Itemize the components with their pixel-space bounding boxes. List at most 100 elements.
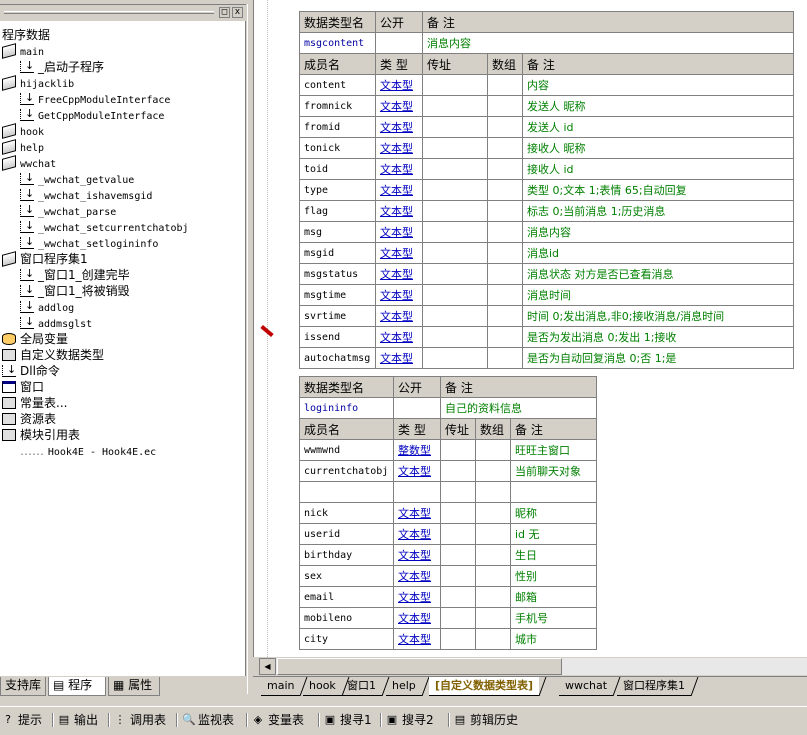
scroll-left-icon[interactable]: ◀ [259, 658, 276, 675]
member-type-cell: 文本型 [375, 95, 423, 117]
tree-node-label: main [20, 47, 45, 58]
tree-node[interactable]: _窗口1_创建完毕 [20, 266, 130, 283]
table-row[interactable]: birthday 文本型 生日 [299, 544, 597, 566]
tree-node[interactable]: _wwchat_setcurrentchatobj [20, 218, 189, 235]
editor-tab[interactable]: help [386, 677, 430, 696]
tree-node[interactable]: 资源表 [2, 411, 56, 427]
toolbar-separator [448, 713, 450, 727]
tree-node-label: addmsglst [38, 319, 93, 330]
member-type-cell: 文本型 [393, 460, 441, 482]
tree-node[interactable]: main [2, 42, 45, 59]
table-row[interactable]: type 文本型 类型 0;文本 1;表情 65;自动回复 [299, 179, 794, 201]
restore-icon[interactable]: □ [219, 7, 230, 18]
bottom-tool-button[interactable]: 🔍 监视表 [180, 711, 234, 729]
member-name-cell: msgstatus [299, 263, 376, 285]
tree-node[interactable]: _wwchat_ishavemsgid [20, 186, 152, 203]
bottom-tool-button[interactable]: ⋮ 调用表 [112, 711, 167, 729]
tree-node[interactable]: 自定义数据类型 [2, 347, 104, 363]
tree-root-label: 程序数据 [2, 28, 51, 42]
table-row[interactable]: autochatmsg 文本型 是否为自动回复消息 0;否 1;是 [299, 347, 794, 369]
table-row[interactable]: fromid 文本型 发送人 id [299, 116, 794, 138]
tab-label: 程序 [68, 678, 93, 692]
table-row[interactable]: msg 文本型 消息内容 [299, 221, 794, 243]
tree-node[interactable]: 窗口 [2, 379, 44, 395]
table-row[interactable]: city 文本型 城市 [299, 628, 597, 650]
table-row[interactable]: sex 文本型 性别 [299, 565, 597, 587]
horizontal-scrollbar[interactable]: ◀ [259, 658, 807, 675]
table-row[interactable]: wwmwnd 整数型 旺旺主窗口 [299, 439, 597, 461]
tab-support-library[interactable]: 支持库 [0, 677, 46, 696]
member-byref-cell [440, 565, 476, 587]
global-variable-icon [2, 332, 16, 345]
type-row[interactable]: logininfo 自己的资料信息 [299, 397, 597, 419]
editor-tab[interactable]: [自定义数据类型表] [429, 677, 547, 696]
table-row[interactable]: mobileno 文本型 手机号 [299, 607, 597, 629]
tree-node[interactable]: _启动子程序 [20, 58, 105, 75]
member-byref-cell [422, 263, 488, 285]
tree-node[interactable]: 窗口程序集1 [2, 250, 88, 267]
editor-tab[interactable]: 窗口程序集1 [617, 677, 699, 696]
tab-properties[interactable]: ▦ 属性 [108, 677, 160, 696]
table-row[interactable]: fromnick 文本型 发送人 昵称 [299, 95, 794, 117]
code-editor[interactable]: 数据类型名 公开备 注 msgcontent 消息内容 成员名类 型传址 数组备 注 con… [253, 0, 807, 657]
bottom-tool-button[interactable]: ◈ 变量表 [250, 711, 304, 729]
tree-node[interactable]: hook [2, 122, 44, 139]
member-note-cell: 内容 [522, 74, 794, 96]
bottom-tool-button[interactable]: ▤ 输出 [56, 711, 98, 729]
editor-tab[interactable]: 窗口1 [341, 677, 390, 696]
bottom-tool-button[interactable]: ▤ 剪辑历史 [452, 711, 518, 729]
bottom-tool-label: 调用表 [130, 713, 167, 727]
member-array-cell [475, 439, 511, 461]
tree-node[interactable]: hijacklib [2, 74, 74, 91]
member-name-cell: msgid [299, 242, 376, 264]
member-note-cell: 当前聊天对象 [510, 460, 597, 482]
tree-node[interactable]: …… Hook4E - Hook4E.ec [20, 443, 156, 459]
table-row[interactable]: msgstatus 文本型 消息状态 对方是否已查看消息 [299, 263, 794, 285]
tree-node[interactable]: GetCppModuleInterface [20, 106, 164, 123]
type-row[interactable]: msgcontent 消息内容 [299, 32, 794, 54]
tree-node[interactable]: Dll命令 [2, 362, 60, 379]
tree-node[interactable]: 全局变量 [2, 331, 68, 347]
tree-node[interactable]: _wwchat_getvalue [20, 170, 134, 187]
table-row[interactable]: content 文本型 内容 [299, 74, 794, 96]
table-row[interactable]: flag 文本型 标志 0;当前消息 1;历史消息 [299, 200, 794, 222]
close-icon[interactable]: x [232, 7, 243, 18]
bottom-tool-button[interactable]: ? 提示 [0, 711, 42, 729]
type-note-cell: 消息内容 [422, 32, 794, 54]
panel-grip[interactable] [4, 11, 214, 14]
table-row[interactable]: issend 文本型 是否为发出消息 0;发出 1;接收 [299, 326, 794, 348]
watch-icon: 🔍 [182, 713, 196, 726]
table-row[interactable]: toid 文本型 接收人 id [299, 158, 794, 180]
tree-node[interactable]: 模块引用表 [2, 427, 80, 443]
bottom-tool-button[interactable]: ▣ 搜寻1 [322, 711, 372, 729]
editor-tab[interactable]: main [261, 677, 308, 696]
tree-node[interactable]: _wwchat_setlogininfo [20, 234, 158, 251]
member-type-cell: 文本型 [393, 565, 441, 587]
subroutine-icon [20, 282, 34, 298]
tab-program[interactable]: ▤ 程序 [48, 677, 106, 696]
scroll-thumb[interactable] [277, 658, 562, 675]
tree-node[interactable]: addmsglst [20, 314, 93, 331]
tree-node[interactable]: FreeCppModuleInterface [20, 90, 170, 107]
table-row[interactable]: currentchatobj 文本型 当前聊天对象 [299, 460, 597, 482]
tree-node[interactable]: 常量表... [2, 395, 67, 411]
editor-tab[interactable]: wwchat [559, 677, 621, 696]
tree-node[interactable]: _wwchat_parse [20, 202, 116, 219]
table-row[interactable]: tonick 文本型 接收人 昵称 [299, 137, 794, 159]
editor-tab[interactable]: hook [303, 677, 350, 696]
subroutine-icon [20, 218, 34, 234]
tree-node[interactable]: help [2, 138, 44, 155]
table-row[interactable]: svrtime 文本型 时间 0;发出消息,非0;接收消息/消息时间 [299, 305, 794, 327]
bottom-tool-button[interactable]: ▣ 搜寻2 [384, 711, 434, 729]
tree-node[interactable]: _窗口1_将被销毁 [20, 282, 130, 299]
table-row[interactable] [299, 481, 597, 503]
table-row[interactable]: msgtime 文本型 消息时间 [299, 284, 794, 306]
table-row[interactable]: msgid 文本型 消息id [299, 242, 794, 264]
member-byref-cell [440, 502, 476, 524]
table-row[interactable]: nick 文本型 昵称 [299, 502, 597, 524]
member-array-cell [487, 242, 523, 264]
bottom-tool-label: 输出 [74, 713, 99, 727]
table-row[interactable]: email 文本型 邮箱 [299, 586, 597, 608]
tree-node-label: _启动子程序 [38, 60, 105, 74]
table-row[interactable]: userid 文本型 id 无 [299, 523, 597, 545]
